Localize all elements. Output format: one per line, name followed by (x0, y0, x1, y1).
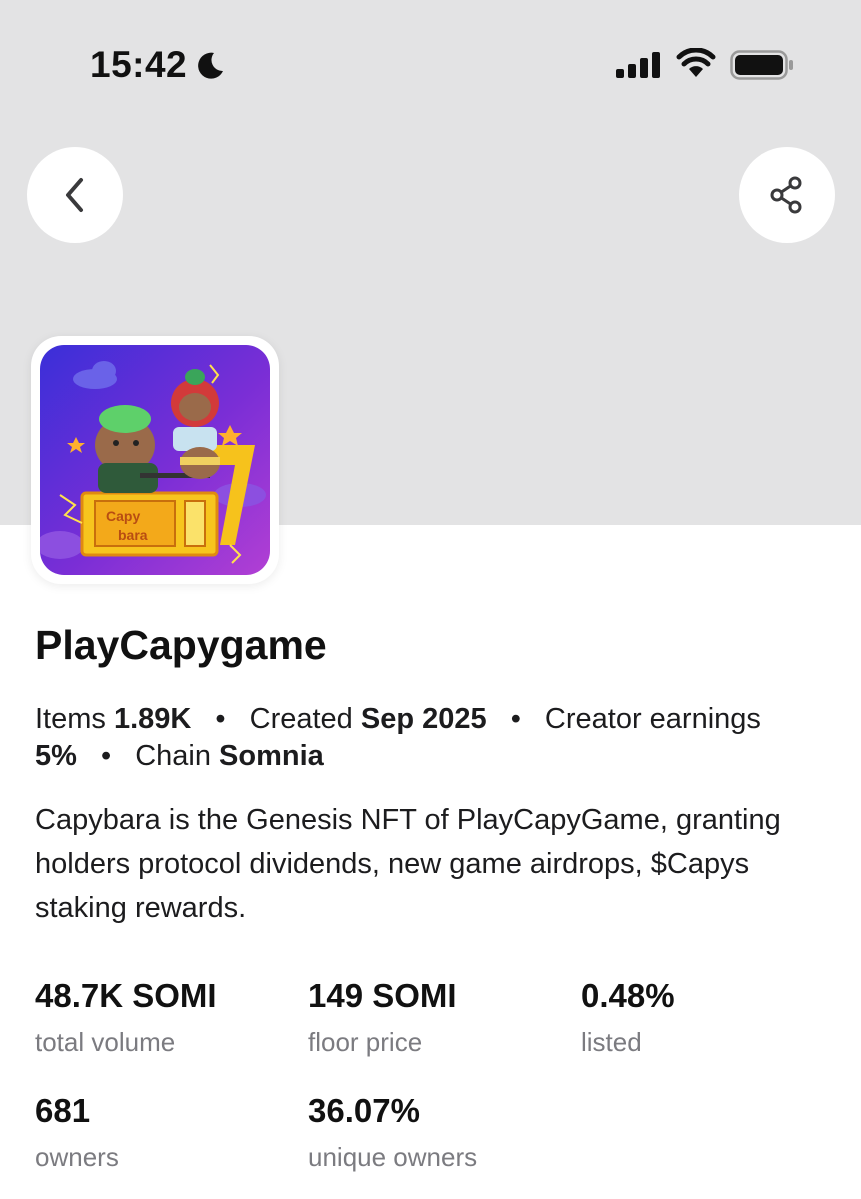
creator-earnings-value: 5% (35, 740, 77, 772)
stat-label: unique owners (308, 1142, 478, 1172)
created-value: Sep 2025 (360, 703, 487, 735)
separator-dot: • (215, 703, 226, 735)
stat-owners: 681 owners (35, 1092, 119, 1173)
separator-dot: • (510, 703, 521, 735)
capybara-collection-image: Capy bara (40, 345, 270, 575)
stat-label: floor price (308, 1027, 423, 1057)
battery-icon (730, 50, 793, 80)
stat-listed: 0.48% listed (581, 977, 675, 1058)
stat-value: 681 (35, 1092, 91, 1129)
items-value: 1.89K (113, 703, 192, 735)
collection-avatar-frame: Capy bara (31, 336, 279, 584)
collection-meta: Items 1.89K • Created Sep 2025 • Creator… (35, 701, 835, 738)
collection-meta-continued: 5% • Chain Somnia (35, 738, 835, 775)
back-button[interactable] (27, 147, 123, 243)
moon-icon (198, 52, 223, 79)
status-time: 15:42 (90, 44, 188, 85)
status-bar: 15:42 (0, 0, 861, 110)
stat-unique-owners: 36.07% unique owners (308, 1092, 477, 1173)
chain-label: Chain (135, 740, 211, 772)
stat-value: 48.7K SOMI (35, 977, 217, 1014)
wifi-icon (676, 48, 716, 77)
stat-label: listed (581, 1027, 642, 1057)
creator-earnings-label: Creator earnings (544, 703, 761, 735)
separator-dot: • (100, 740, 112, 772)
stat-label: owners (35, 1142, 119, 1172)
share-icon (770, 176, 802, 214)
items-label: Items (35, 703, 106, 735)
stat-floor-price: 149 SOMI floor price (308, 977, 457, 1058)
chain-value: Somnia (219, 740, 324, 772)
collection-description: Capybara is the Genesis NFT of PlayCapyG… (35, 804, 781, 924)
stat-label: total volume (35, 1027, 176, 1057)
stat-value: 149 SOMI (308, 977, 457, 1014)
chevron-left-icon (66, 178, 83, 212)
created-label: Created (249, 703, 353, 735)
collection-title: PlayCapygame (35, 622, 327, 668)
capybara-logo-text: Capy (106, 508, 140, 524)
share-button[interactable] (739, 147, 835, 243)
cellular-signal-icon (616, 52, 660, 78)
collection-avatar: Capy bara (40, 345, 270, 575)
stat-total-volume: 48.7K SOMI total volume (35, 977, 217, 1058)
svg-text:bara: bara (118, 527, 148, 543)
stat-value: 36.07% (308, 1092, 420, 1129)
stat-value: 0.48% (581, 977, 675, 1014)
